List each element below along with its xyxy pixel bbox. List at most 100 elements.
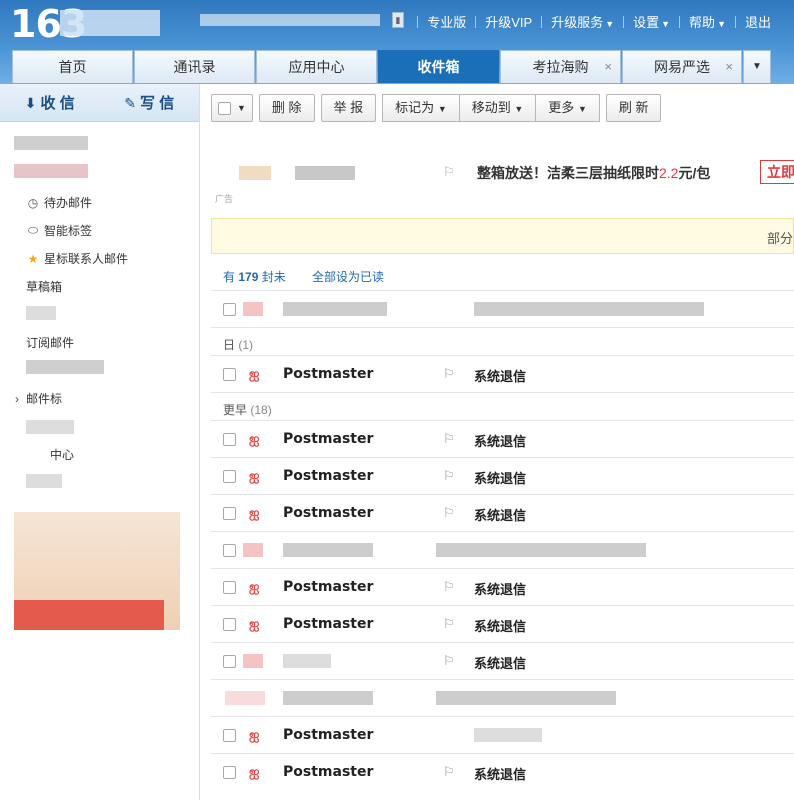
mail-row[interactable]: ஐ Postmaster ⚐ 系统退信	[211, 494, 794, 531]
flag-icon[interactable]: ⚐	[443, 366, 455, 382]
checkbox[interactable]	[223, 729, 236, 742]
folder-blurred[interactable]	[26, 360, 104, 374]
sidebar-item-label: 星标联系人邮件	[44, 252, 129, 266]
mark-as-button[interactable]: 标记为 ▼	[382, 94, 460, 122]
flag-icon[interactable]: ⚐	[443, 579, 455, 595]
mail-sender: Postmaster	[283, 431, 374, 447]
folder-blurred[interactable]	[26, 474, 62, 488]
sidebar-ad-button-blurred[interactable]	[14, 600, 164, 630]
group-header-earlier[interactable]: 更早 (18)	[211, 392, 794, 420]
link-help[interactable]: 帮助 ▼	[680, 12, 735, 31]
sidebar-item-mail-tags[interactable]: › 邮件标	[12, 390, 62, 407]
mail-row[interactable]: ஐ Postmaster ⚐ 系统退信	[211, 753, 794, 790]
flag-icon[interactable]: ⚐	[443, 505, 455, 521]
more-button[interactable]: 更多 ▼	[536, 94, 600, 122]
tab-home[interactable]: 首页	[12, 50, 133, 83]
mobile-icon[interactable]: ▮	[392, 12, 404, 28]
system-alert-icon: ஐ	[249, 764, 260, 779]
ad-mail-row[interactable]: ⚐ 整箱放送！洁柔三层抽纸限时2.2元/包 立即 广告	[211, 144, 794, 218]
link-label: 退出	[744, 15, 771, 30]
flag-icon[interactable]: ⚐	[443, 431, 455, 447]
mail-row-blurred[interactable]	[211, 679, 794, 716]
ad-cta-button[interactable]: 立即	[760, 160, 794, 184]
close-icon[interactable]: ×	[604, 51, 612, 83]
tab-label: 网易严选	[654, 59, 710, 75]
mail-row-blurred[interactable]	[211, 290, 794, 327]
group-header-today[interactable]: 日 (1)	[211, 327, 794, 355]
mail-row[interactable]: ஐ Postmaster ⚐ 系统退信	[211, 568, 794, 605]
sidebar-item-drafts[interactable]: 草稿箱	[26, 278, 62, 295]
select-all-checkbox[interactable]: ▼	[211, 94, 253, 122]
checkbox[interactable]	[223, 655, 236, 668]
chevron-down-icon: ▼	[237, 103, 246, 113]
checkbox[interactable]	[223, 581, 236, 594]
mail-subject: 系统退信	[474, 471, 527, 486]
delete-button[interactable]: 删 除	[258, 94, 315, 122]
flag-icon[interactable]: ⚐	[443, 653, 455, 669]
mail-row[interactable]: ஐ Postmaster ⚐ 系统退信	[211, 420, 794, 457]
tab-yanxuan[interactable]: 网易严选 ×	[622, 50, 742, 83]
subject-blurred	[436, 543, 646, 557]
flag-icon[interactable]: ⚐	[443, 764, 455, 780]
report-button[interactable]: 举 报	[320, 94, 377, 122]
link-settings[interactable]: 设置 ▼	[624, 12, 679, 31]
link-logout[interactable]: 退出	[736, 12, 780, 31]
refresh-button[interactable]: 刷 新	[605, 94, 662, 122]
checkbox[interactable]	[218, 101, 231, 115]
mail-row-blurred[interactable]	[211, 531, 794, 568]
mail-row[interactable]: ஐ Postmaster ⚐ 系统退信	[211, 605, 794, 642]
chevron-down-icon: ▼	[717, 19, 726, 29]
folder-blurred[interactable]	[26, 306, 56, 320]
receive-button[interactable]: ⬇ 收 信	[0, 84, 100, 122]
mail-sender: Postmaster	[283, 764, 374, 780]
checkbox[interactable]	[223, 618, 236, 631]
checkbox[interactable]	[223, 507, 236, 520]
ad-tag: 广告	[215, 194, 234, 204]
sidebar-item-smart-tags[interactable]: ⬭ 智能标签	[26, 222, 92, 239]
sidebar-item-starred[interactable]: ★ 星标联系人邮件	[26, 250, 128, 267]
count-prefix: 有	[223, 270, 236, 284]
ad-unit: 元/包	[678, 165, 711, 181]
link-label: 设置	[633, 15, 660, 30]
tab-inbox[interactable]: 收件箱	[378, 50, 499, 83]
checkbox[interactable]	[223, 766, 236, 779]
sidebar-item-center[interactable]: 中心	[50, 446, 74, 463]
move-to-button[interactable]: 移动到 ▼	[459, 94, 537, 122]
folder-blurred[interactable]	[14, 164, 88, 178]
system-alert-icon: ஐ	[249, 468, 260, 483]
checkbox[interactable]	[223, 368, 236, 381]
link-pro-edition[interactable]: 专业版	[418, 12, 475, 31]
close-icon[interactable]: ×	[725, 51, 733, 83]
checkbox[interactable]	[223, 470, 236, 483]
sidebar-item-todo[interactable]: ◷ 待办邮件	[26, 194, 92, 211]
mail-row[interactable]: ஐ Postmaster	[211, 716, 794, 753]
write-button[interactable]: ✎ 写 信	[100, 84, 200, 122]
chevron-right-icon: ›	[15, 391, 19, 406]
flag-icon[interactable]: ⚐	[443, 616, 455, 632]
mail-list: 日 (1) ஐ Postmaster ⚐ 系统退信 更早 (18) ஐ Post…	[211, 290, 794, 790]
checkbox[interactable]	[223, 544, 236, 557]
link-upgrade-service[interactable]: 升级服务 ▼	[542, 12, 623, 31]
sidebar-item-subscriptions[interactable]: 订阅邮件	[26, 334, 74, 351]
tab-contacts[interactable]: 通讯录	[134, 50, 255, 83]
flag-icon[interactable]: ⚐	[443, 468, 455, 484]
link-upgrade-vip[interactable]: 升级VIP	[476, 12, 541, 31]
tab-overflow-menu[interactable]: ▼	[743, 50, 771, 83]
sidebar-item-label: 中心	[50, 448, 75, 462]
mail-row[interactable]: ⚐ 系统退信	[211, 642, 794, 679]
mail-row[interactable]: ஐ Postmaster ⚐ 系统退信	[211, 355, 794, 392]
checkbox[interactable]	[223, 433, 236, 446]
user-account-blurred	[200, 14, 380, 26]
folder-blurred[interactable]	[26, 420, 74, 434]
count-value: 179	[238, 270, 259, 284]
mail-row[interactable]: ஐ Postmaster ⚐ 系统退信	[211, 457, 794, 494]
flag-icon[interactable]: ⚐	[443, 164, 455, 180]
chevron-down-icon: ▼	[577, 104, 587, 114]
checkbox[interactable]	[223, 303, 236, 316]
mail-subject: 系统退信	[474, 508, 527, 523]
folder-blurred[interactable]	[14, 136, 88, 150]
button-label: 更多	[548, 100, 575, 115]
tab-app-center[interactable]: 应用中心	[256, 50, 377, 83]
tab-kaola[interactable]: 考拉海购 ×	[500, 50, 621, 83]
mark-all-read-link[interactable]: 全部设为已读	[312, 268, 384, 285]
